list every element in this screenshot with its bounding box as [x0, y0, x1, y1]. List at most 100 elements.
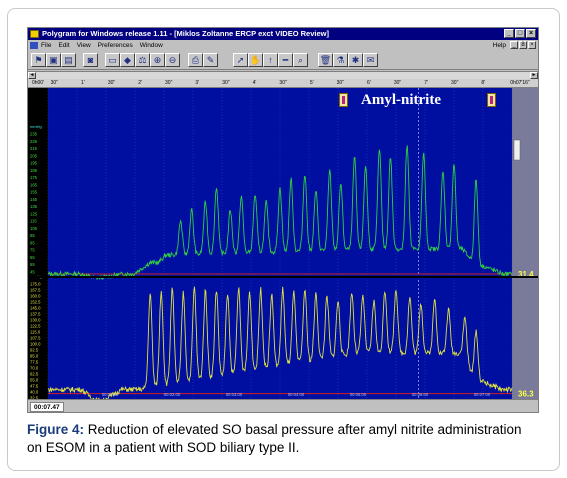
pointer-icon[interactable]: ➚	[233, 53, 248, 67]
hand-icon[interactable]: ✋	[248, 53, 263, 67]
window-title: Polygram for Windows release 1.11 - [Mik…	[42, 29, 329, 38]
y-tick-label: 92.5	[30, 348, 39, 353]
y-tick-label: 95	[30, 233, 35, 238]
ruler-tick-label: 0h00'	[31, 80, 45, 86]
y-tick-label: 165	[30, 182, 38, 187]
menu-help[interactable]: Help	[493, 40, 506, 51]
y-tick-label: 167.5	[30, 288, 41, 293]
unit-label: mmHg	[30, 124, 42, 129]
y-tick-label: 115	[30, 219, 37, 224]
marker-icon[interactable]: ↑	[263, 53, 278, 67]
flask-icon[interactable]: ⚗	[333, 53, 348, 67]
y-tick-label: 47.5	[30, 384, 39, 389]
ruler-tick-label: 30"	[393, 80, 402, 86]
ruler-tick-label: 30"	[50, 80, 58, 86]
y-tick-label: 225	[30, 139, 38, 144]
zoom-in-icon[interactable]: ⊕	[150, 53, 165, 67]
menu-window[interactable]: Window	[140, 40, 163, 51]
scale-icon[interactable]: ⚖	[135, 53, 150, 67]
y-tick-label: 152.5	[30, 300, 41, 305]
scroll-left-icon[interactable]: ◄	[28, 72, 36, 79]
edit-icon[interactable]: ✎	[203, 53, 218, 67]
status-bar: 00:07.47	[28, 399, 538, 412]
y-tick-label: 145.0	[30, 306, 41, 311]
x-tick-label: 00:07:00	[474, 392, 491, 397]
ruler-icon[interactable]: ━	[278, 53, 293, 67]
event-marker-icon[interactable]	[339, 93, 348, 107]
menu-view[interactable]: View	[77, 40, 91, 51]
zoom-out-icon[interactable]: ⊖	[165, 53, 180, 67]
y-tick-label: 145	[30, 197, 38, 202]
y-tick-label: 155	[30, 190, 38, 195]
menu-edit[interactable]: Edit	[58, 40, 69, 51]
app-icon	[30, 30, 39, 38]
trash-icon[interactable]: 🗑	[318, 53, 333, 67]
toolbar: ⚑ ▣ ▤ ◙ ▭ ◆ ⚖ ⊕ ⊖ ⎙ ✎ ➚ ✋ ↑ ━ ⌕ 🗑 ⚗ ✱ ✉	[28, 51, 538, 70]
search-icon[interactable]: ⌕	[293, 53, 308, 67]
ruler-tick-label: 30"	[222, 80, 230, 86]
ruler-tick-label: 30"	[279, 80, 287, 86]
y-tick-label: 55.0	[30, 378, 39, 383]
y-tick-label: 85	[30, 240, 35, 245]
y-tick-label: 135	[30, 204, 38, 209]
diamond-icon[interactable]: ◆	[120, 53, 135, 67]
caption-label: Figure 4:	[27, 422, 85, 437]
event-annotation: Amyl-nitrite	[337, 90, 517, 110]
y-tick-label: 122.5	[30, 324, 41, 329]
y-tick-label: 175	[30, 175, 38, 180]
window-icon[interactable]: ▭	[105, 53, 120, 67]
disk-icon[interactable]: ◙	[83, 53, 98, 67]
app-window: Polygram for Windows release 1.11 - [Mik…	[27, 27, 539, 413]
doc-close-button[interactable]: ×	[528, 41, 536, 49]
ruler-tick-label: 30"	[336, 80, 344, 86]
minimize-button[interactable]: _	[504, 29, 514, 38]
ruler-tick-label: 3'	[195, 80, 200, 86]
y-tick-label: 195	[30, 161, 38, 166]
ruler-tick-label: 5'	[309, 80, 314, 86]
horizontal-scrollbar[interactable]: ◄ ►	[28, 71, 538, 79]
y-tick-label: 107.5	[30, 336, 41, 341]
elapsed-time: 00:07.47	[30, 402, 64, 412]
ruler-tick-label: 2'	[138, 80, 142, 86]
ruler-tick-label: 1'	[81, 80, 85, 86]
doc-restore-button[interactable]: 8	[519, 41, 527, 49]
pressure-tracing-chart: 235 225 215 205 195 185 175 165 155 145 135 125 115 1…	[28, 88, 538, 399]
doc-minimize-button[interactable]: _	[510, 41, 518, 49]
menu-preferences[interactable]: Preferences	[98, 40, 133, 51]
scroll-right-icon[interactable]: ►	[530, 72, 538, 79]
y-tick-label: 137.5	[30, 312, 41, 317]
note-icon[interactable]: ✉	[363, 53, 378, 67]
y-tick-label: 77.5	[30, 360, 39, 365]
x-tick-label: 00:06:00	[412, 392, 429, 397]
printer-icon[interactable]: ⎙	[188, 53, 203, 67]
save-icon[interactable]: ▣	[46, 53, 61, 67]
y-tick-label: 75	[30, 248, 35, 253]
patient-icon[interactable]: ⚑	[31, 53, 46, 67]
close-button[interactable]: ×	[526, 29, 536, 38]
event-marker-icon[interactable]	[487, 93, 496, 107]
maximize-button[interactable]: □	[515, 29, 525, 38]
x-tick-label: 00:03:00	[226, 392, 243, 397]
ruler-tick-label: 0h07'16"	[510, 80, 530, 86]
folder-icon[interactable]: ▤	[61, 53, 76, 67]
y-tick-label: 55	[30, 262, 35, 267]
pepper-icon[interactable]: ✱	[348, 53, 363, 67]
x-tick-label: 00:05:00	[350, 392, 367, 397]
document-icon[interactable]	[30, 42, 38, 49]
y-tick-label: 70.0	[30, 366, 39, 371]
y-tick-label: 235	[30, 132, 38, 137]
menu-file[interactable]: File	[41, 40, 51, 51]
title-bar: Polygram for Windows release 1.11 - [Mik…	[28, 28, 538, 40]
y-tick-label: 85.0	[30, 354, 39, 359]
menu-bar: File Edit View Preferences Window Help _…	[28, 40, 538, 51]
baseline-value-label: 36.3	[518, 390, 534, 399]
x-tick-label: 00:04:00	[288, 392, 305, 397]
y-tick-label: 115.0	[30, 330, 41, 335]
time-ruler: 0h00' 30" 1' 30" 2' 30" 3' 30" 4' 30" 5' 30" 6' 30" 7'…	[28, 79, 538, 88]
y-tick-label: 175.0	[30, 282, 41, 287]
caption-text: Reduction of elevated SO basal pressure …	[27, 422, 522, 455]
y-tick-label: 205	[30, 153, 38, 158]
y-tick-label: 185	[30, 168, 38, 173]
y-tick-label: 100.0	[30, 342, 41, 347]
x-tick-label: 00:02:00	[164, 392, 181, 397]
